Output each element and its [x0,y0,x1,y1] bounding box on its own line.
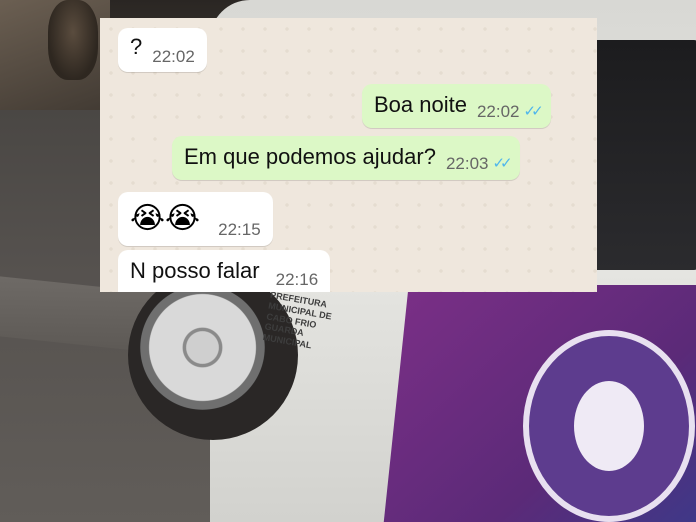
message-text: Em que podemos ajudar? [184,144,436,169]
message-bubble-incoming[interactable]: 😭😭 22:15 [118,192,273,246]
message-time: 22:02 [152,47,195,66]
read-ticks-icon: ✓✓ [492,155,512,172]
message-bubble-incoming[interactable]: N posso falar 22:16 [118,250,331,292]
message-time: 22:16 [275,270,319,289]
message-text: N posso falar [130,258,260,283]
message-bubble-outgoing[interactable]: Em que podemos ajudar? 22:03 ✓✓ [172,136,520,180]
message-text: ? [130,34,143,59]
chat-screenshot: ? 22:02 Boa noite 22:02 ✓✓ Em que podemo… [100,18,597,292]
message-bubble-incoming[interactable]: ? 22:02 [118,28,207,72]
message-text: Boa noite [374,92,467,117]
message-time: 22:15 [218,220,261,239]
car-window [590,40,696,270]
car-wheel [140,285,265,410]
message-time: 22:02 [476,102,520,121]
tree-trunk [48,0,98,80]
message-time: 22:03 [445,154,489,173]
door-label: PREFEITURA MUNICIPAL DE CABO FRIO GUARDA… [261,289,333,351]
read-ticks-icon: ✓✓ [523,103,544,120]
guard-emblem [523,330,695,522]
emblem-figure-icon [574,381,644,471]
message-bubble-outgoing[interactable]: Boa noite 22:02 ✓✓ [362,84,551,128]
crying-face-icon: 😭😭 [130,202,201,235]
